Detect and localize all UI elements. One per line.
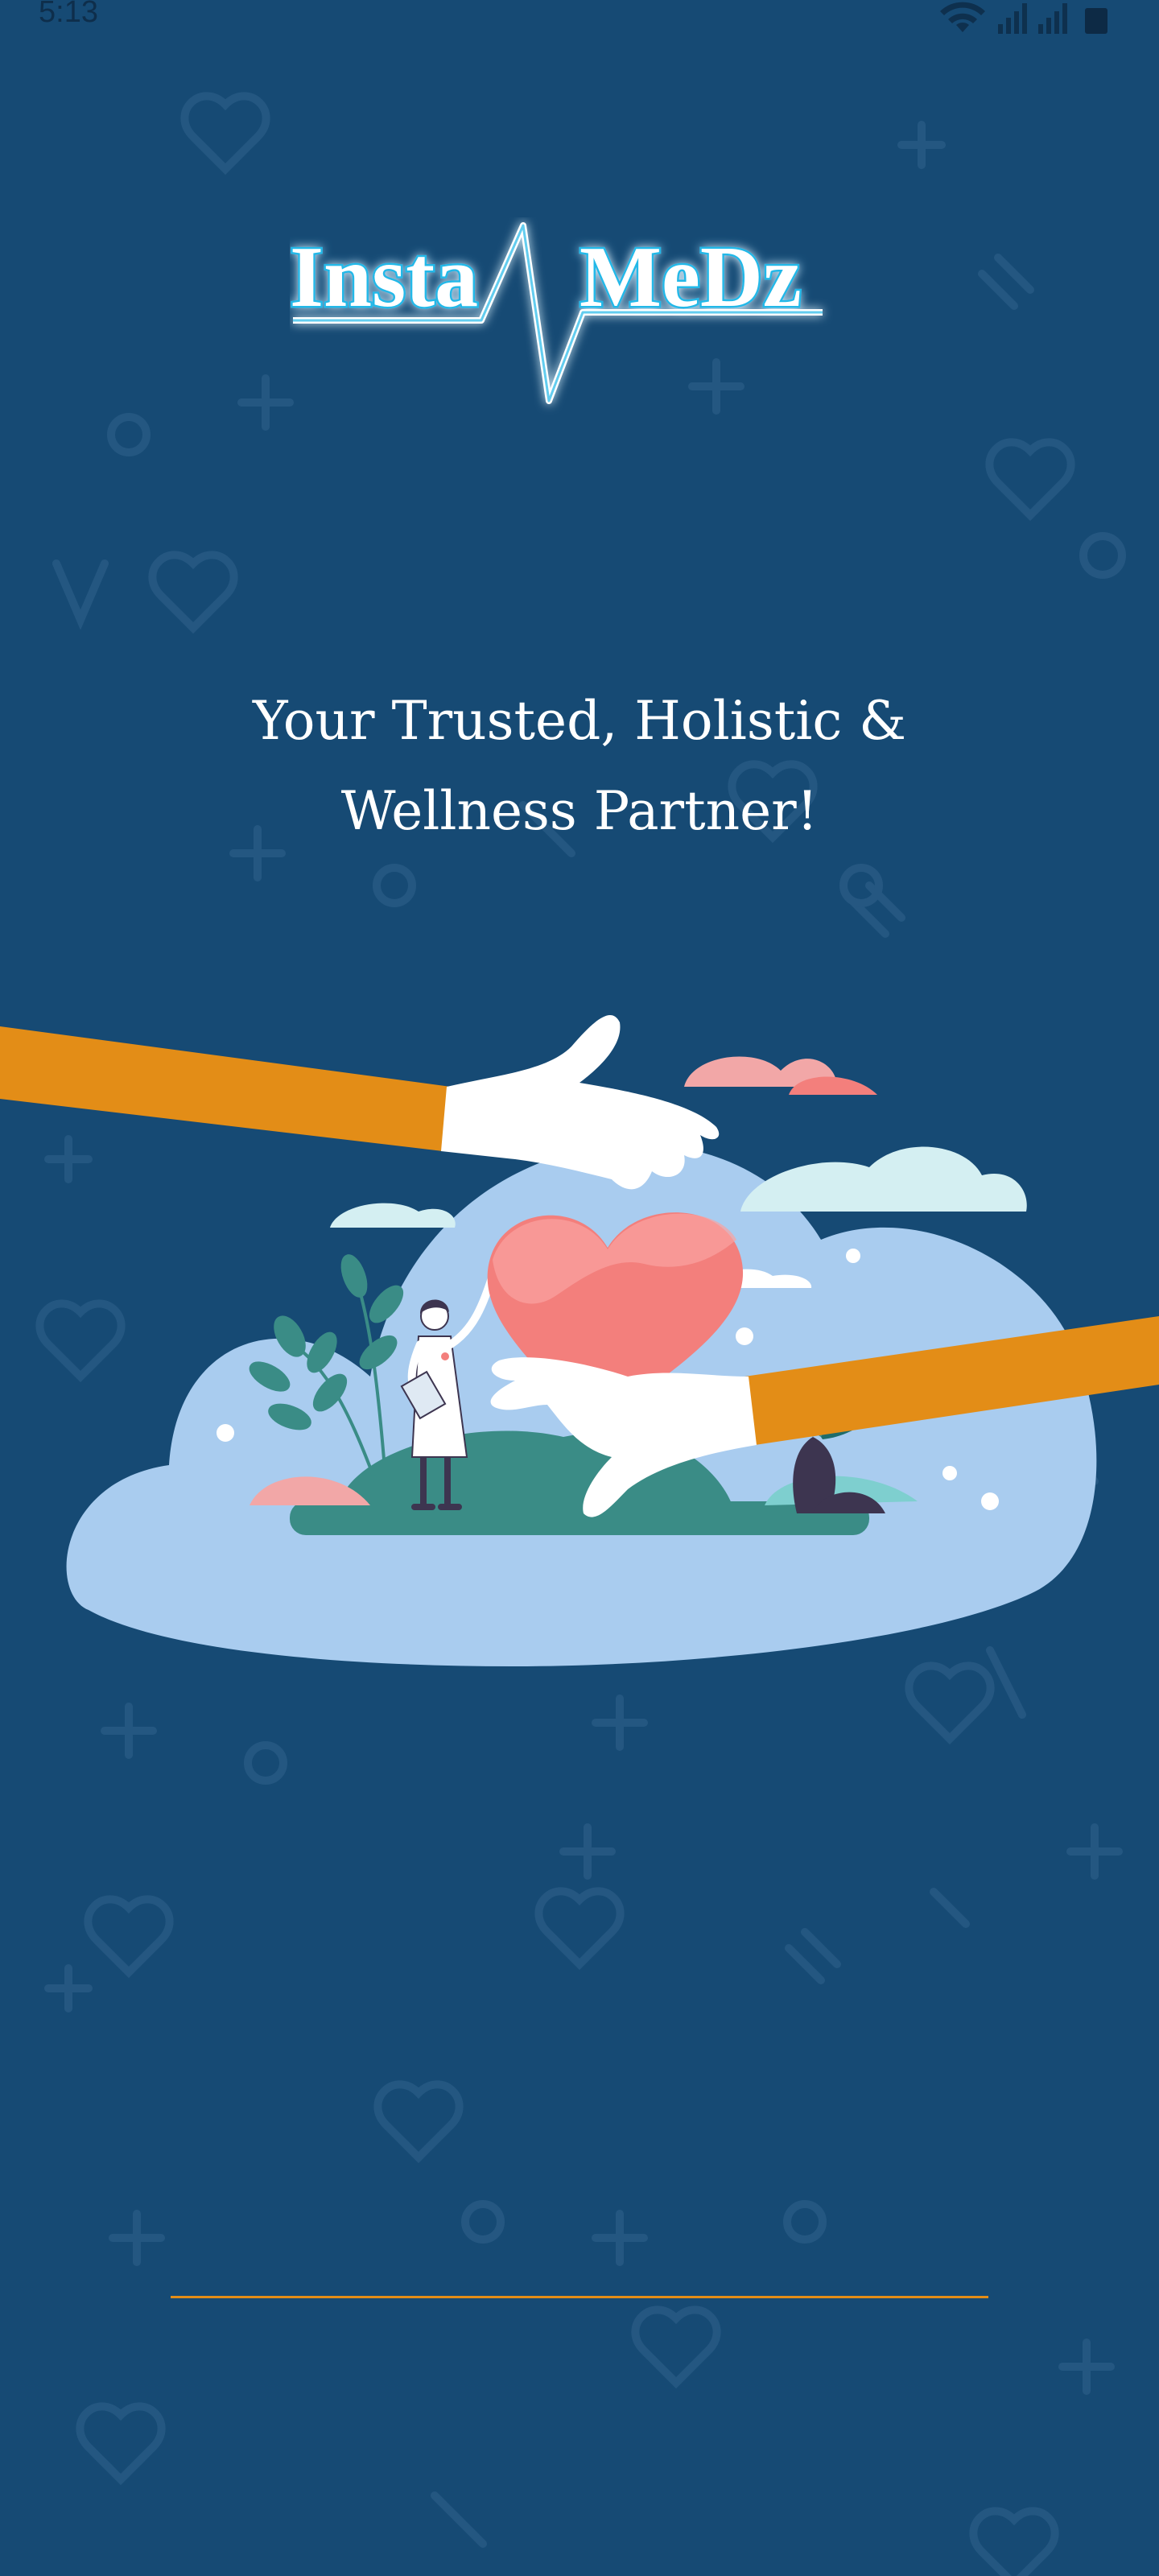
tagline: Your Trusted, Holistic & Wellness Partne… — [177, 676, 982, 857]
loading-progress-bar — [171, 2296, 988, 2298]
instamedz-logo: Insta MeDz — [290, 222, 823, 404]
helping-hand-top — [0, 1015, 720, 1190]
status-icons — [940, 2, 1107, 34]
ground — [290, 1501, 869, 1535]
tagline-line-2: Wellness Partner! — [340, 780, 819, 842]
battery-icon — [1085, 8, 1107, 34]
status-bar: 5:13 — [0, 0, 1159, 40]
tagline-line-1: Your Trusted, Holistic & — [252, 690, 907, 752]
splash-screen: 5:13 Insta MeDz Your Trusted, Holistic &… — [0, 0, 1159, 2576]
signal-icon — [1038, 3, 1067, 34]
cloud-light-small — [330, 1203, 456, 1228]
wifi-icon — [940, 2, 985, 32]
cloud-light — [740, 1146, 1027, 1212]
logo-word-insta: Insta — [290, 229, 478, 325]
signal-icon — [998, 3, 1027, 34]
care-illustration — [0, 1015, 1159, 1666]
status-time: 5:13 — [39, 0, 98, 29]
